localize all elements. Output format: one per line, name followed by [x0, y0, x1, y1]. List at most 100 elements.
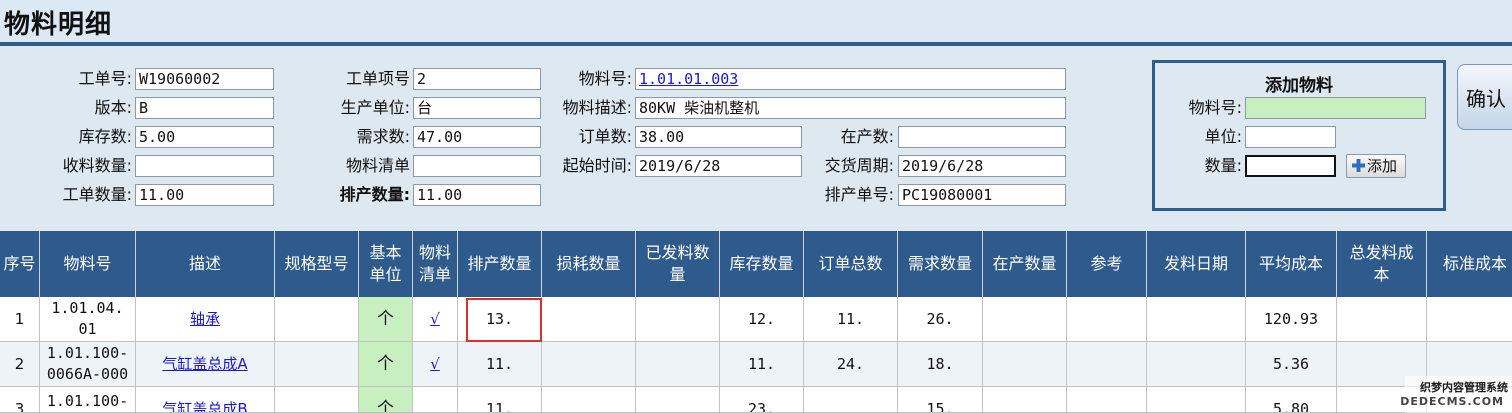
table-row[interactable]: 3 1.01.100- 气缸盖总成B 个 11. 23. 15. 5.80 [0, 387, 1512, 413]
col-stock[interactable]: 库存数量 [720, 231, 804, 297]
cell-orders [804, 387, 898, 412]
col-desc[interactable]: 描述 [136, 231, 275, 297]
material-desc-field[interactable]: 80KW 柴油机整机 [635, 97, 1066, 119]
cell-loss[interactable] [542, 387, 636, 412]
table-row[interactable]: 1 1.01.04.01 轴承 个 √ 13. 12. 11. 26. 120.… [0, 297, 1512, 342]
page-title: 物料明细 [4, 10, 113, 40]
cell-loss[interactable] [542, 342, 636, 386]
col-avg[interactable]: 平均成本 [1246, 231, 1337, 297]
received-label: 收料数量: [62, 156, 132, 175]
cell-seq: 3 [0, 387, 40, 412]
material-no-label: 物料号: [578, 69, 632, 88]
order-qty-label: 订单数: [578, 127, 632, 146]
version-field[interactable]: B [135, 97, 274, 119]
stock-label: 库存数: [78, 127, 132, 146]
cell-unit: 个 [359, 342, 413, 386]
cell-demand: 18. [898, 342, 983, 386]
cell-bom [413, 387, 458, 412]
prod-unit-label: 生产单位: [340, 98, 410, 117]
add-unit-label: 单位: [1204, 127, 1242, 146]
table-row[interactable]: 2 1.01.100-0066A-000 气缸盖总成A 个 √ 11. 11. … [0, 342, 1512, 387]
add-panel-title: 添加物料 [1265, 76, 1333, 96]
grid-header: 序号 物料号 描述 规格型号 基本单位 物料清单 排产数量 损耗数量 已发料数量… [0, 231, 1512, 297]
cell-bom-link[interactable]: √ [413, 342, 458, 386]
material-no-link[interactable]: 1.01.01.003 [635, 68, 1066, 90]
cell-stock: 11. [720, 342, 804, 386]
title-bar: 物料明细 [0, 0, 1512, 46]
add-unit-input[interactable] [1245, 126, 1336, 148]
cell-seq: 2 [0, 342, 40, 386]
col-issued[interactable]: 已发料数量 [636, 231, 720, 297]
col-orders[interactable]: 订单总数 [804, 231, 898, 297]
cell-avg: 5.36 [1246, 342, 1337, 386]
col-material[interactable]: 物料号 [40, 231, 136, 297]
col-sched[interactable]: 排产数量 [458, 231, 542, 297]
order-qty-field[interactable]: 38.00 [635, 126, 802, 148]
sched-qty-label: 排产数量: [339, 185, 410, 204]
demand-field[interactable]: 47.00 [413, 126, 541, 148]
work-order-label: 工单号: [78, 69, 132, 88]
delivery-label: 交货周期: [824, 156, 894, 175]
col-demand[interactable]: 需求数量 [898, 231, 983, 297]
selection-highlight [466, 298, 542, 342]
confirm-button[interactable]: 确认 [1457, 64, 1512, 130]
sched-qty-field[interactable]: 11.00 [413, 184, 541, 206]
in-prod-field[interactable] [898, 126, 1066, 148]
col-unit[interactable]: 基本单位 [359, 231, 413, 297]
received-field[interactable] [135, 155, 274, 177]
item-no-field[interactable]: 2 [413, 68, 541, 90]
add-material-input[interactable] [1245, 97, 1426, 119]
cell-material: 1.01.100-0066A-000 [40, 342, 136, 386]
cell-demand: 15. [898, 387, 983, 412]
prod-unit-field[interactable]: 台 [413, 97, 541, 119]
cell-orders: 24. [804, 342, 898, 386]
work-order-field[interactable]: W19060002 [135, 68, 274, 90]
cell-unit: 个 [359, 387, 413, 412]
cell-unit: 个 [359, 297, 413, 341]
cell-sched[interactable]: 11. [458, 342, 542, 386]
col-std[interactable]: 标准成本 [1427, 231, 1512, 297]
cell-inprod [983, 342, 1067, 386]
col-spec[interactable]: 规格型号 [275, 231, 359, 297]
cell-sched[interactable]: 11. [458, 387, 542, 412]
confirm-button-label: 确认 [1466, 87, 1506, 111]
start-time-label: 起始时间: [562, 156, 632, 175]
cell-material: 1.01.100- [40, 387, 136, 412]
cell-spec [275, 387, 359, 412]
cell-issued [636, 297, 720, 341]
add-qty-input[interactable] [1245, 155, 1336, 177]
add-button[interactable]: 添加 [1346, 154, 1406, 178]
bom-field[interactable] [413, 155, 541, 177]
cell-seq: 1 [0, 297, 40, 341]
wo-qty-label: 工单数量: [62, 185, 132, 204]
start-time-field[interactable]: 2019/6/28 [635, 155, 802, 177]
col-ref[interactable]: 参考 [1067, 231, 1147, 297]
delivery-field[interactable]: 2019/6/28 [898, 155, 1066, 177]
col-date[interactable]: 发料日期 [1147, 231, 1246, 297]
cell-std [1427, 297, 1512, 341]
material-desc-label: 物料描述: [562, 98, 632, 117]
cell-date [1147, 387, 1246, 412]
cell-desc-link[interactable]: 气缸盖总成B [136, 387, 275, 412]
sched-no-field[interactable]: PC19080001 [898, 184, 1066, 206]
cell-bom-link[interactable]: √ [413, 297, 458, 341]
col-loss[interactable]: 损耗数量 [542, 231, 636, 297]
col-total[interactable]: 总发料成本 [1337, 231, 1427, 297]
watermark-line2: DEDECMS.COM [1400, 395, 1504, 408]
cell-total [1337, 297, 1427, 341]
cell-inprod [983, 387, 1067, 412]
wo-qty-field[interactable]: 11.00 [135, 184, 274, 206]
cell-stock: 12. [720, 297, 804, 341]
watermark: 织梦内容管理系统 DEDECMS.COM [1400, 376, 1512, 413]
bom-label: 物料清单 [345, 156, 410, 175]
add-button-label: 添加 [1367, 157, 1398, 175]
cell-desc-link[interactable]: 气缸盖总成A [136, 342, 275, 386]
col-bom[interactable]: 物料清单 [413, 231, 458, 297]
cell-loss[interactable] [542, 297, 636, 341]
item-no-label: 工单项号 [345, 69, 410, 88]
add-material-label: 物料号: [1188, 98, 1242, 117]
col-seq[interactable]: 序号 [0, 231, 40, 297]
cell-desc-link[interactable]: 轴承 [136, 297, 275, 341]
col-inprod[interactable]: 在产数量 [983, 231, 1067, 297]
stock-field[interactable]: 5.00 [135, 126, 274, 148]
